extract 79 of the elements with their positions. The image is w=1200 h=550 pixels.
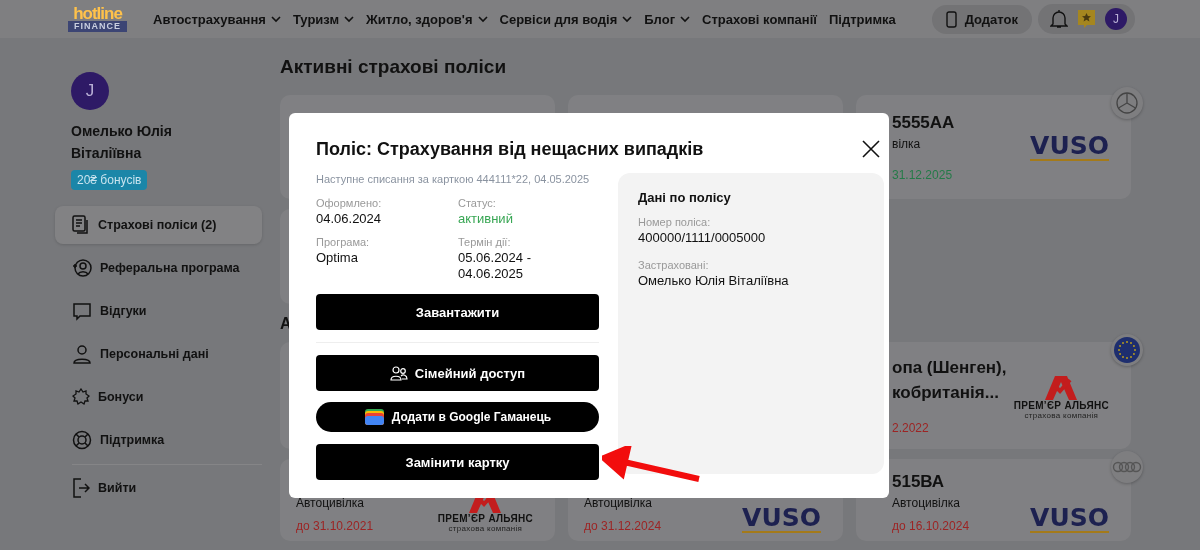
- insurer-logo: VUSO: [1030, 505, 1109, 533]
- insurer-logo: ПРЕМ’ЄР АЛЬЯНС страхова компанія: [1013, 371, 1109, 420]
- car-brand-icon: [1111, 451, 1143, 483]
- field-label: Статус:: [458, 197, 497, 209]
- insurer-logo: VUSO: [1030, 133, 1109, 161]
- panel-title: Дані по полісу: [638, 190, 732, 205]
- logo[interactable]: hotline FINANCE: [68, 6, 127, 32]
- star-badge-icon[interactable]: [1078, 9, 1095, 29]
- policy-title: кобританія...: [892, 381, 1000, 404]
- nav-menu-item[interactable]: Страхові компанії: [702, 11, 817, 27]
- insurer-logo: VUSO: [742, 505, 821, 533]
- user-avatar[interactable]: J: [1105, 8, 1127, 30]
- action-button[interactable]: Завантажити: [316, 294, 599, 330]
- users-icon: [389, 365, 408, 381]
- policy-expiry: до 31.12.2024: [584, 519, 663, 533]
- field-label: Застраховані:: [638, 259, 710, 271]
- logout-icon: [72, 478, 90, 498]
- field-value: 05.06.2024 - 04.06.2025: [458, 250, 532, 282]
- sidebar-item[interactable]: Підтримка: [55, 421, 262, 459]
- next-charge-text: Наступне списання за карткою 444111*22, 04.05.2025: [316, 173, 591, 185]
- nav-menu-item[interactable]: Житло, здоров'я: [366, 11, 488, 27]
- bell-icon[interactable]: [1050, 9, 1068, 29]
- sidebar-item[interactable]: Страхові поліси (2): [55, 206, 262, 244]
- chat-icon: [72, 301, 92, 321]
- chevron-down-icon: [477, 15, 488, 23]
- close-icon[interactable]: [860, 138, 882, 160]
- document-icon: [72, 215, 90, 235]
- badge-icon: [72, 388, 90, 406]
- field-label: Оформлено:: [316, 197, 383, 209]
- lifebuoy-icon: [72, 430, 92, 450]
- sidebar-item[interactable]: Вийти: [55, 469, 262, 507]
- nav-menu-item[interactable]: Сервіси для водія: [499, 11, 633, 27]
- field-label: Термін дії:: [458, 236, 512, 248]
- car-brand-icon: [1111, 87, 1143, 119]
- field-value: 400000/1111/0005000: [638, 230, 767, 246]
- user-name: Омелько Юлія Віталіївна: [71, 122, 173, 163]
- bonus-badge: 20₴ бонусів: [71, 170, 148, 190]
- field-label: Номер поліса:: [638, 216, 712, 228]
- policy-title: 515ВА: [892, 471, 946, 493]
- action-button[interactable]: Замінити картку: [316, 444, 599, 480]
- car-brand-icon: [1111, 334, 1143, 366]
- policy-type: Автоцивілка: [584, 496, 653, 510]
- sidebar-item[interactable]: Персональні дані: [55, 335, 262, 373]
- wallet-icon: [363, 408, 385, 426]
- nav-menu-item[interactable]: Автострахування: [153, 11, 281, 27]
- policy-expiry: 31.12.2025: [892, 168, 954, 182]
- policy-type: Автоцивілка: [892, 496, 961, 510]
- nav-menu-item[interactable]: Блог: [644, 11, 691, 27]
- policy-expiry: до 16.10.2024: [892, 519, 971, 533]
- policy-type: Автоцивілка: [296, 496, 365, 510]
- google-wallet-button[interactable]: Додати в Google Гаманець: [316, 402, 599, 432]
- sidebar-item[interactable]: Реферальна програма: [55, 249, 262, 287]
- status-value: активний: [458, 211, 514, 227]
- nav-menu-item[interactable]: Туризм: [292, 11, 355, 27]
- chevron-down-icon: [344, 15, 355, 23]
- policy-type: вілка: [892, 137, 922, 151]
- sidebar-item[interactable]: Бонуси: [55, 378, 262, 416]
- field-value: Optima: [316, 250, 359, 266]
- field-value: 04.06.2024: [316, 211, 383, 227]
- nav-menu-item[interactable]: Підтримка: [829, 11, 896, 27]
- modal-title: Поліс: Страхування від нещасних випадків: [316, 138, 704, 161]
- chevron-down-icon: [680, 15, 691, 23]
- field-value: Омелько Юлія Віталіївна: [638, 273, 790, 289]
- user-icon: [72, 344, 92, 364]
- family-access-button[interactable]: Сімейний доступ: [316, 355, 599, 391]
- phone-icon: [945, 10, 957, 28]
- chevron-down-icon: [270, 15, 281, 23]
- chevron-down-icon: [622, 15, 633, 23]
- policy-title: опа (Шенген),: [892, 356, 1008, 379]
- policy-card[interactable]: 515ВА Автоцивілка до 16.10.2024 VUSO: [856, 459, 1131, 541]
- section-heading: Активні страхові поліси: [280, 55, 508, 79]
- policy-expiry: до 31.10.2021: [296, 519, 375, 533]
- user-add-icon: [72, 258, 92, 278]
- app-button[interactable]: Додаток: [931, 4, 1032, 34]
- sidebar-item[interactable]: Відгуки: [55, 292, 262, 330]
- user-avatar: J: [71, 72, 109, 110]
- policy-expiry: 2.2022: [892, 420, 930, 435]
- policy-title: 5555АА: [892, 112, 956, 134]
- field-label: Програма:: [316, 236, 371, 248]
